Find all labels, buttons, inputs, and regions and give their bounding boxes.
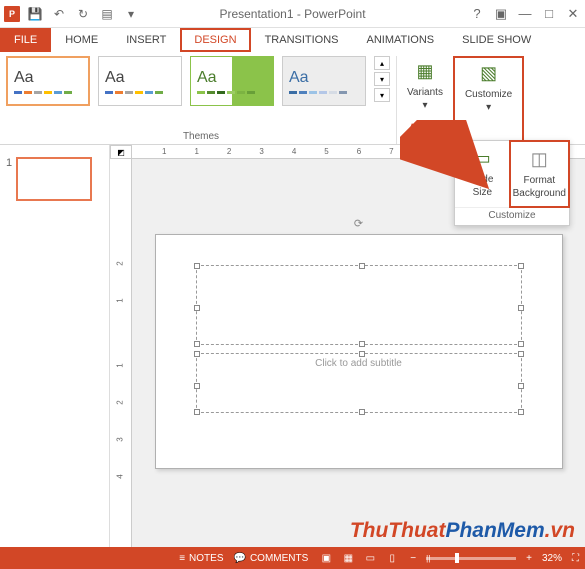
minimize-button[interactable]: — <box>513 4 537 24</box>
slide-thumbnail-1[interactable] <box>16 157 92 201</box>
notes-button[interactable]: ≡NOTES <box>179 553 223 564</box>
themes-more[interactable]: ▾ <box>374 88 390 102</box>
ribbon: Aa Aa Aa Aa ▴ ▾ ▾ Themes ▦ <box>0 52 585 145</box>
customize-button[interactable]: ▧ Customize ▾ <box>459 58 518 118</box>
format-background-button[interactable]: ◫ Format Background <box>509 140 570 208</box>
zoom-out-button[interactable]: − <box>410 553 416 564</box>
variants-group: ▦ Variants ▾ <box>396 56 453 144</box>
reading-view-button[interactable]: ▭ <box>362 551 378 565</box>
dropdown-group-label: Customize <box>455 207 569 225</box>
variants-icon: ▦ <box>411 60 439 84</box>
zoom-level[interactable]: 32% <box>542 553 562 564</box>
slideshow-view-button[interactable]: ▯ <box>384 551 400 565</box>
redo-button[interactable]: ↻ <box>74 5 92 23</box>
tab-design[interactable]: DESIGN <box>180 28 250 52</box>
slide-sorter-button[interactable]: ▦ <box>340 551 356 565</box>
ruler-corner[interactable]: ◩ <box>110 145 132 159</box>
tab-animations[interactable]: ANIMATIONS <box>353 28 449 52</box>
variants-button[interactable]: ▦ Variants ▾ <box>401 56 449 116</box>
undo-button[interactable]: ↶ <box>50 5 68 23</box>
customize-group: ▧ Customize ▾ <box>453 56 524 144</box>
theme-office[interactable]: Aa <box>6 56 90 106</box>
vertical-ruler[interactable]: 211234 <box>110 159 132 547</box>
customize-dropdown: ▭ Slide Size ◫ Format Background Customi… <box>454 140 570 226</box>
tab-home[interactable]: HOME <box>51 28 112 52</box>
slide-size-button[interactable]: ▭ Slide Size <box>455 141 510 207</box>
slide-number: 1 <box>6 157 12 201</box>
slide-thumbnail-panel: 1 <box>0 145 110 547</box>
qat-dropdown[interactable]: ▾ <box>122 5 140 23</box>
zoom-slider[interactable] <box>426 557 516 560</box>
format-background-icon: ◫ <box>525 148 553 172</box>
tab-transitions[interactable]: TRANSITIONS <box>251 28 353 52</box>
theme-option-3[interactable]: Aa <box>190 56 274 106</box>
help-button[interactable]: ? <box>465 4 489 24</box>
title-placeholder[interactable] <box>196 265 522 345</box>
ribbon-tabs: FILE HOME INSERT DESIGN TRANSITIONS ANIM… <box>0 28 585 52</box>
theme-option-4[interactable]: Aa <box>282 56 366 106</box>
powerpoint-app-icon: P <box>4 6 20 22</box>
fit-to-window-button[interactable]: ⛶ <box>572 553 579 564</box>
statusbar: ≡NOTES 💬COMMENTS ▣ ▦ ▭ ▯ − + 32% ⛶ <box>0 547 585 569</box>
rotation-handle[interactable]: ⟳ <box>354 217 363 230</box>
window-title: Presentation1 - PowerPoint <box>219 7 365 21</box>
close-button[interactable]: ✕ <box>561 4 585 24</box>
themes-group: Aa Aa Aa Aa ▴ ▾ ▾ Themes <box>6 56 396 144</box>
slide-canvas[interactable]: ⟳ Click to add subtitle <box>155 234 563 469</box>
tab-insert[interactable]: INSERT <box>112 28 180 52</box>
start-from-beginning-button[interactable]: ▤ <box>98 5 116 23</box>
themes-scroll-down[interactable]: ▾ <box>374 72 390 86</box>
zoom-in-button[interactable]: + <box>526 553 532 564</box>
theme-option-2[interactable]: Aa <box>98 56 182 106</box>
save-button[interactable]: 💾 <box>26 5 44 23</box>
tab-slideshow[interactable]: SLIDE SHOW <box>448 28 545 52</box>
customize-icon: ▧ <box>475 62 503 86</box>
comments-button[interactable]: 💬COMMENTS <box>234 553 309 564</box>
themes-scroll-up[interactable]: ▴ <box>374 56 390 70</box>
comments-icon: 💬 <box>234 553 246 564</box>
tab-file[interactable]: FILE <box>0 28 51 52</box>
slide-size-icon: ▭ <box>468 147 496 171</box>
notes-icon: ≡ <box>179 553 185 564</box>
subtitle-placeholder[interactable]: Click to add subtitle <box>196 353 522 413</box>
titlebar: P 💾 ↶ ↻ ▤ ▾ Presentation1 - PowerPoint ?… <box>0 0 585 28</box>
themes-group-label: Themes <box>6 131 396 144</box>
watermark: ThuThuatPhanMem.vn <box>350 519 575 543</box>
normal-view-button[interactable]: ▣ <box>318 551 334 565</box>
ribbon-display-options[interactable]: ▣ <box>489 4 513 24</box>
restore-button[interactable]: □ <box>537 4 561 24</box>
